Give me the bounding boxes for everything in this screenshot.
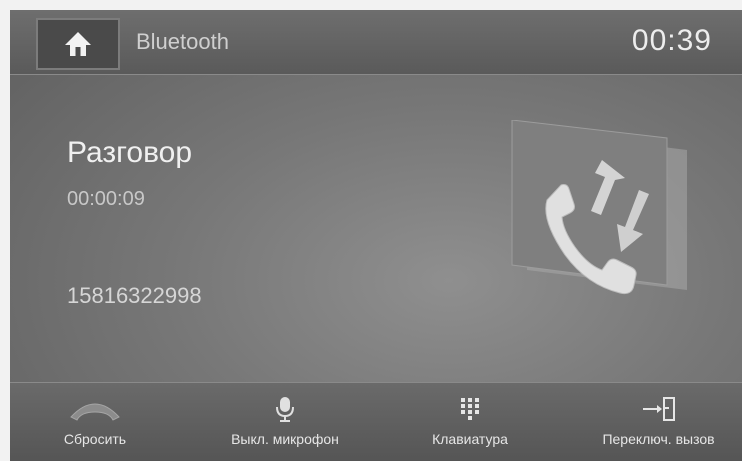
phone-number: 15816322998 <box>67 283 202 308</box>
hang-up-button[interactable]: Сбросить <box>40 383 150 461</box>
call-timer: 00:00:09 <box>67 188 145 210</box>
call-switch-icon <box>511 120 687 295</box>
page-title: Bluetooth <box>136 29 229 54</box>
switch-call-label: Переключ. вызов <box>602 431 715 447</box>
mute-microphone-label: Выкл. микрофон <box>231 431 339 447</box>
home-icon <box>65 32 91 56</box>
bottom-action-bar: Сбросить Выкл. микрофон Клавиатура Перек… <box>10 382 742 461</box>
keypad-button[interactable]: Клавиатура <box>410 383 530 461</box>
switch-call-icon <box>642 397 675 421</box>
keypad-label: Клавиатура <box>432 431 508 447</box>
microphone-icon <box>276 397 294 422</box>
clock: 00:39 <box>631 24 712 57</box>
switch-call-button[interactable]: Переключ. вызов <box>575 383 742 461</box>
hang-up-icon <box>70 403 120 421</box>
mute-microphone-button[interactable]: Выкл. микрофон <box>200 383 370 461</box>
hang-up-label: Сбросить <box>63 431 127 447</box>
home-button[interactable] <box>36 18 120 70</box>
top-bar: Bluetooth 00:39 <box>10 10 742 75</box>
call-status: Разговор <box>67 136 193 169</box>
bluetooth-call-screen: Bluetooth 00:39 Разговор 00:00:09 158163… <box>10 10 742 461</box>
keypad-icon <box>461 398 479 420</box>
